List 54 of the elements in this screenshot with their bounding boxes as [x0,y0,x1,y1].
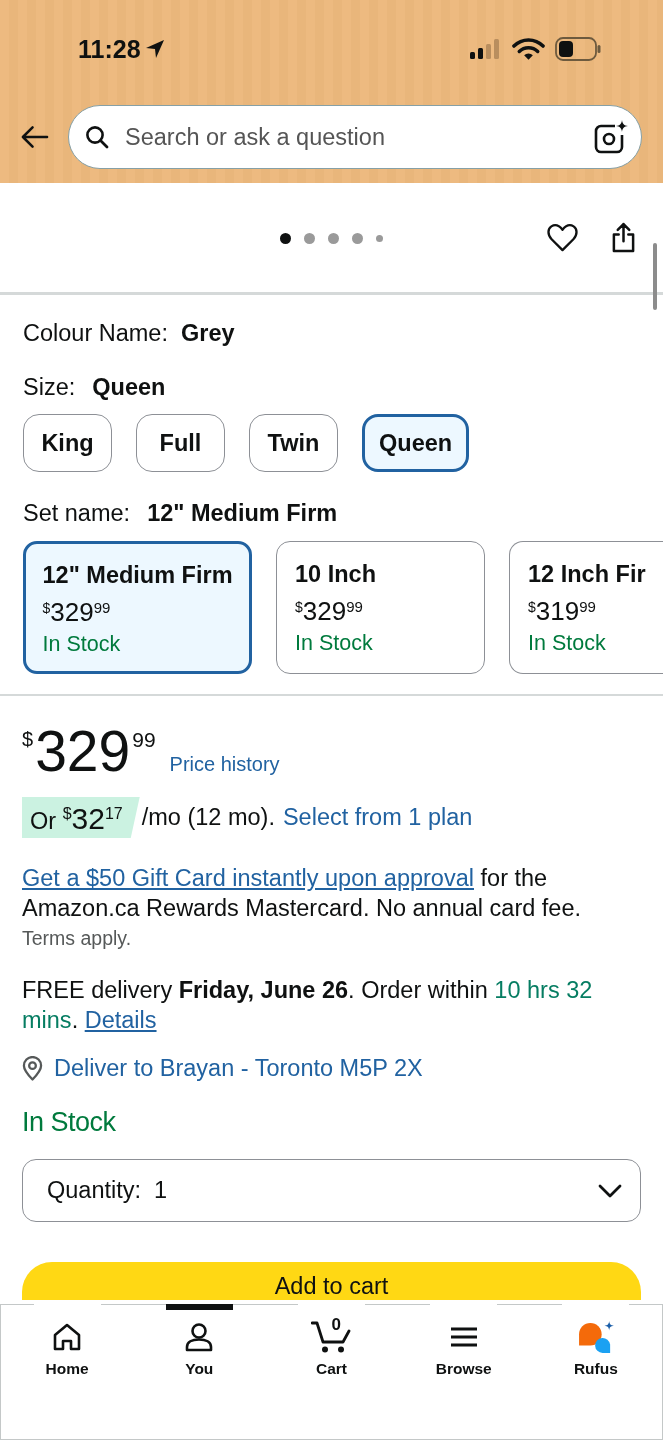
set-name-value: 12" Medium Firm [147,499,338,527]
set-option-price: $^{$}$329$^{99}$ [295,595,364,628]
search-input[interactable]: Search or ask a question [125,122,578,152]
set-option-title: 12" Medium Firm [42,560,233,590]
deliver-to-link[interactable]: Deliver to Brayan - Toronto M5P 2X [54,1053,423,1083]
select-plan-link[interactable]: Select from 1 plan [282,804,473,831]
availability-status: In Stock [22,1106,117,1139]
battery-icon [555,37,601,61]
size-option-button[interactable]: King [23,414,112,472]
terms-text: Terms apply. [22,926,133,951]
add-to-cart-button[interactable]: Add to cart [22,1262,641,1300]
size-option-button[interactable]: Twin [249,414,338,472]
price: $^{$}$329$^{99}$ [22,718,156,778]
location-pin-icon [22,1055,43,1081]
set-option-card[interactable]: 10 Inch $^{$}$329$^{99}$ In Stock [276,541,486,674]
installment-price-badge: Or $^{$}$32$^{17}$ [22,797,140,838]
wifi-icon [512,37,545,61]
set-option-price: $^{$}$319$^{99}$ [528,595,597,628]
set-option-title: 10 Inch [295,560,378,589]
heart-icon[interactable] [547,223,578,252]
status-time: 11:28 [78,35,141,63]
chat-bubbles-sparkle-icon [576,1321,615,1353]
search-icon [85,125,109,149]
location-arrow-icon [144,39,165,59]
back-arrow-icon[interactable] [20,124,49,150]
size-option-button[interactable]: Queen [362,414,470,472]
set-option-title: 12 Inch Fir [528,560,647,589]
set-option-card[interactable]: 12 Inch Fir $^{$}$319$^{99}$ In Stock [509,541,663,674]
delivery-message: FREE delivery Friday, June 26. Order within 10 hrs 32 mins. Details [22,976,594,1035]
search-field[interactable]: Search or ask a question [68,105,642,169]
size-label: Size: [23,373,76,401]
signal-icon [470,39,502,59]
card-offer-text: Get a $50 Gift Card instantly upon approval for the Amazon.ca Rewards Mastercard. No annual card fee. [22,864,583,923]
details-link[interactable]: Details [84,1007,157,1033]
stock-status: In Stock [295,630,374,657]
camera-sparkle-icon[interactable] [594,120,628,154]
gift-card-link[interactable]: Get a $50 Gift Card instantly upon approval [22,865,474,891]
size-value: Queen [92,373,166,401]
cart-icon [311,1320,352,1354]
set-option-card[interactable]: 12" Medium Firm $^{$}$329$^{99}$ In Stock [23,541,253,674]
set-option-price: $^{$}$329$^{99}$ [42,595,112,629]
size-option-button[interactable]: Full [136,414,225,472]
scroll-indicator [653,243,657,310]
price-history-link[interactable]: Price history [169,753,280,776]
colour-value: Grey [181,319,235,347]
share-icon[interactable] [611,222,636,253]
colour-label: Colour Name: [23,319,168,347]
cart-count: 0 [331,1316,341,1334]
quantity-dropdown[interactable]: Quantity: 1 [22,1159,641,1222]
stock-status: In Stock [528,630,607,657]
set-name-label: Set name: [23,499,131,527]
installment-terms: /mo (12 mo). [141,804,275,831]
chevron-down-icon [598,1183,622,1198]
stock-status: In Stock [42,630,122,658]
